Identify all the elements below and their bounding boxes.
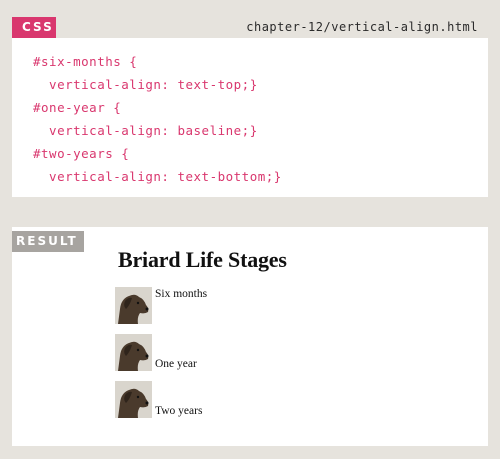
code-line: vertical-align: text-top;} — [33, 77, 258, 92]
code-line: #one-year { — [33, 100, 122, 115]
file-name: chapter-12/vertical-align.html — [246, 20, 478, 34]
stage-label: Two years — [155, 405, 203, 417]
code-line: vertical-align: baseline;} — [33, 123, 258, 138]
result-tag: RESULT — [12, 231, 84, 252]
file-bar: chapter-12/vertical-align.html — [56, 17, 488, 38]
code-block: #six-months { vertical-align: text-top;}… — [33, 50, 282, 188]
stage-two-years: Two years — [115, 381, 235, 421]
stage-label: Six months — [155, 288, 208, 300]
dog-photo-icon — [115, 287, 152, 324]
stage-label: One year — [155, 358, 197, 370]
code-line: #two-years { — [33, 146, 130, 161]
dog-photo-icon — [115, 334, 152, 371]
dog-photo-icon — [115, 381, 152, 418]
css-panel: CSS chapter-12/vertical-align.html #six-… — [12, 17, 488, 197]
code-line: vertical-align: text-bottom;} — [33, 169, 282, 184]
stage-six-months: Six months — [115, 287, 235, 327]
code-line: #six-months { — [33, 54, 138, 69]
stage-one-year: One year — [115, 334, 235, 374]
css-tag: CSS — [12, 17, 56, 38]
result-panel: RESULT Briard Life Stages Six months One — [12, 227, 488, 446]
result-title: Briard Life Stages — [118, 247, 287, 272]
